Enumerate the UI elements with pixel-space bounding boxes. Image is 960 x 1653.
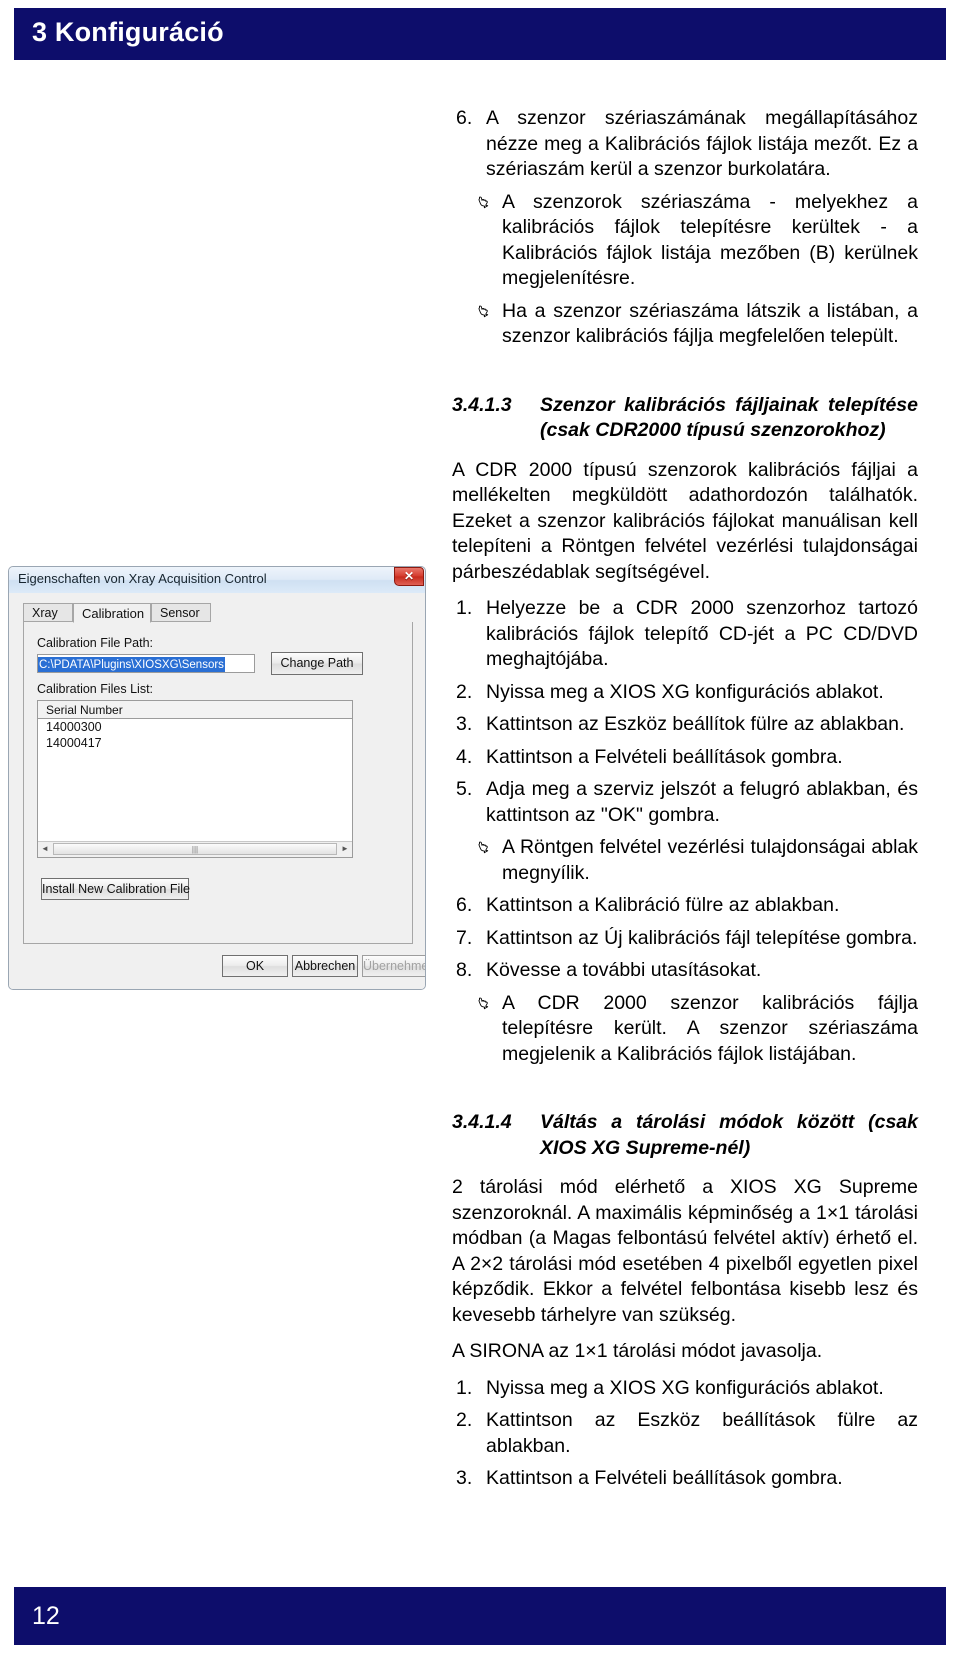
close-icon-glyph: ✕ [403,569,415,583]
list-item-marker: 5. [456,778,473,800]
note-item: Ha a szenzor szériaszáma látszik a listá… [452,299,918,350]
list-item-marker: 6. [456,107,473,129]
tab-calibration[interactable]: Calibration [73,603,151,623]
list-item: 4. Kattintson a Felvételi beállítások go… [452,745,918,771]
list-item-marker: 3. [456,713,473,735]
section-number: 3.4.1.4 [452,1111,512,1133]
tab-xray[interactable]: Xray [23,603,73,622]
list-item: 6. A szenzor szériaszámának megállapítás… [452,106,918,183]
calibration-file-path-label: Calibration File Path: [37,636,154,650]
calibration-tab-panel: Calibration File Path: C:\PDATA\Plugins\… [23,622,413,944]
scrollbar-thumb[interactable]: ||| [53,843,337,855]
dialog-titlebar: Eigenschaften von Xray Acquisition Contr… [9,567,425,594]
list-item-text: Nyissa meg a XIOS XG konfigurációs ablak… [486,680,884,703]
apply-button: Übernehmen [362,955,425,977]
list-item-marker: 2. [456,680,473,703]
page-number: 12 [32,1602,60,1630]
note-item: A Röntgen felvétel vezérlési tulajdonság… [452,835,918,886]
list-item: 5. Adja meg a szerviz jelszót a felugró … [452,777,918,828]
list-item-marker: 3. [456,1467,473,1489]
cancel-button[interactable]: Abbrechen [292,955,358,977]
paragraph-intro-3413: A CDR 2000 típusú szenzorok kalibrációs … [452,458,918,583]
list-item: 8. Kövesse a további utasításokat. [452,958,918,984]
note-item: A szenzorok szériaszáma - melyekhez a ka… [452,190,918,292]
dialog-title: Eigenschaften von Xray Acquisition Contr… [18,571,267,586]
list-item-marker: 8. [456,959,473,981]
list-item[interactable]: 14000417 [38,735,352,751]
dialog-tabstrip: Xray Calibration Sensor [23,603,413,624]
list-item-text: Kattintson a Kalibráció fülre az ablakba… [486,894,840,916]
close-icon[interactable]: ✕ [394,567,424,586]
calibration-files-list-label: Calibration Files List: [37,682,154,696]
list-item: 2. Kattintson az Eszköz beállítások fülr… [452,1408,918,1459]
section-heading-3-4-1-3: 3.4.1.3 Szenzor kalibrációs fájljainak t… [452,393,918,444]
list-item[interactable]: 14000300 [38,719,352,735]
page-title: 3 Konfiguráció [32,17,224,47]
calibration-files-listbox[interactable]: Serial Number 14000300 14000417 ◄ ||| ► [37,700,353,858]
calibration-file-path-input[interactable]: C:\PDATA\Plugins\XIOSXG\Sensors [37,654,255,673]
scroll-left-arrow-icon[interactable]: ◄ [38,842,52,856]
list-item-text: Kattintson a Felvételi beállítások gombr… [486,745,843,768]
section-number: 3.4.1.3 [452,393,512,416]
list-item-text: A szenzor szériaszámának megállapításáho… [486,107,918,180]
calibration-file-path-value: C:\PDATA\Plugins\XIOSXG\Sensors [38,657,225,672]
list-item-text: Adja meg a szerviz jelszót a felugró abl… [486,778,918,826]
list-item-marker: 1. [456,1376,473,1399]
tab-sensor[interactable]: Sensor [151,603,211,622]
paragraph-body-3414: 2 tárolási mód elérhető a XIOS XG Suprem… [452,1176,918,1326]
list-item: 3. Kattintson a Felvételi beállítások go… [452,1466,918,1492]
dialog-body: Xray Calibration Sensor Calibration File… [9,593,425,989]
list-item-marker: 4. [456,745,473,768]
list-item-text: Kattintson az Eszköz beállítások fülre a… [486,1409,918,1457]
pointing-hand-icon [476,299,502,319]
list-item-marker: 6. [456,894,473,916]
page-footer-banner: 12 [14,1587,946,1645]
list-item: 2. Nyissa meg a XIOS XG konfigurációs ab… [452,680,918,706]
chapter-header-banner: 3 Konfiguráció [14,8,946,60]
list-item: 6. Kattintson a Kalibráció fülre az abla… [452,893,918,919]
pointing-hand-icon [476,991,502,1011]
change-path-button[interactable]: Change Path [271,652,363,675]
pointing-hand-icon [476,835,502,855]
scroll-right-arrow-icon[interactable]: ► [338,842,352,856]
list-item-marker: 1. [456,597,473,619]
horizontal-scrollbar[interactable]: ◄ ||| ► [38,841,352,857]
section-title: Szenzor kalibrációs fájljainak telepítés… [540,393,918,442]
xray-acquisition-control-dialog-screenshot: Eigenschaften von Xray Acquisition Contr… [8,566,426,990]
note-text: A szenzorok szériaszáma - melyekhez a ka… [502,190,918,290]
note-item: A CDR 2000 szenzor kalibrációs fájlja te… [452,991,918,1068]
list-item: 1. Nyissa meg a XIOS XG konfigurációs ab… [452,1376,918,1402]
note-text: Ha a szenzor szériaszáma látszik a listá… [502,299,918,348]
list-item: 3. Kattintson az Eszköz beállítok fülre … [452,712,918,738]
list-item-marker: 7. [456,926,473,949]
main-text-column: 6. A szenzor szériaszámának megállapítás… [452,106,918,1499]
list-item-marker: 2. [456,1409,473,1431]
list-item-text: Kövesse a további utasításokat. [486,959,762,981]
section-title: Váltás a tárolási módok között (csak XIO… [540,1111,918,1159]
pointing-hand-icon [476,190,502,210]
section-heading-3-4-1-4: 3.4.1.4 Váltás a tárolási módok között (… [452,1110,918,1161]
dialog-footer: OK Abbrechen Übernehmen [9,955,425,981]
note-text: A Röntgen felvétel vezérlési tulajdonság… [502,836,918,884]
list-item-text: Helyezze be a CDR 2000 szenzorhoz tartoz… [486,597,918,670]
list-item: 7. Kattintson az Új kalibrációs fájl tel… [452,926,918,952]
install-new-calibration-file-button[interactable]: Install New Calibration File [41,878,190,900]
ok-button[interactable]: OK [222,955,288,977]
list-item-text: Kattintson az Eszköz beállítok fülre az … [486,713,905,735]
scrollbar-grip-icon: ||| [191,845,199,854]
list-column-header-serial-number: Serial Number [38,701,352,719]
paragraph-recommendation-3414: A SIRONA az 1×1 tárolási módot javasolja… [452,1340,823,1362]
list-item-text: Kattintson a Felvételi beállítások gombr… [486,1467,843,1489]
list-item: 1. Helyezze be a CDR 2000 szenzorhoz tar… [452,596,918,673]
list-item-text: Kattintson az Új kalibrációs fájl telepí… [486,926,918,949]
list-item-text: Nyissa meg a XIOS XG konfigurációs ablak… [486,1376,884,1399]
note-text: A CDR 2000 szenzor kalibrációs fájlja te… [502,991,918,1065]
